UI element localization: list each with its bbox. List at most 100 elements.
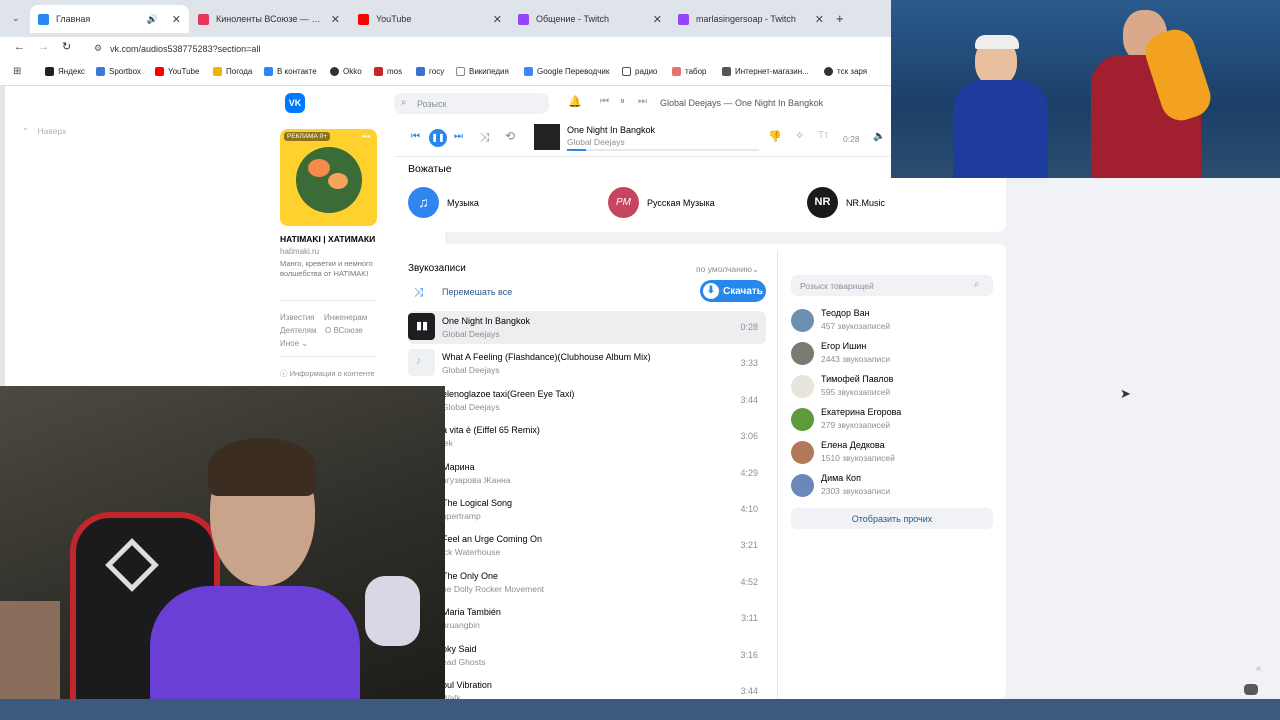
more-icon[interactable]: ••• <box>362 132 370 141</box>
avatar[interactable] <box>791 474 814 497</box>
bookmark-weather[interactable]: Погода <box>213 67 252 76</box>
shuffle-icon[interactable]: ⤨ <box>480 130 490 145</box>
previous-track-icon[interactable]: ⏮ <box>600 96 609 107</box>
show-more-friends-button[interactable]: Отобразить прочих <box>791 508 993 529</box>
friend-item[interactable]: Теодор Ван 457 звукозаписей <box>791 306 991 336</box>
curator-music[interactable]: ♫ Музыка <box>408 186 608 220</box>
footer-link[interactable]: Деятелям <box>280 326 316 335</box>
ad-domain[interactable]: hatimaki.ru <box>280 247 319 256</box>
avatar[interactable] <box>791 342 814 365</box>
track-artist[interactable]: Global Deejays <box>442 402 500 412</box>
player-track-title[interactable]: One Night In Bangkok <box>567 125 655 135</box>
footer-link[interactable]: Известия <box>280 313 315 322</box>
avatar[interactable] <box>791 408 814 431</box>
curator-russkaya-muzyka[interactable]: РМ Русская Музыка <box>608 186 808 220</box>
track-title[interactable]: oky Said <box>442 644 477 654</box>
tab-list-icon[interactable]: ⌄ <box>12 13 20 24</box>
ad-image[interactable]: РЕКЛАМА 0+ ••• <box>280 129 377 226</box>
close-tab-icon[interactable]: ✕ <box>493 13 502 26</box>
track-title[interactable]: The Logical Song <box>442 498 512 508</box>
track-row[interactable]: ▮▮ One Night In Bangkok Global Deejays 0:28 <box>408 311 766 344</box>
track-cover[interactable]: ♪ <box>408 349 435 377</box>
track-artist[interactable]: hruangbin <box>442 620 480 630</box>
bookmark-youtube[interactable]: YouTube <box>155 67 199 76</box>
track-row[interactable]: ♪Маринаагузарова Жанна4:29 <box>408 457 766 490</box>
track-row[interactable]: ♪ What A Feeling (Flashdance)(Clubhouse A… <box>408 347 766 380</box>
footer-link[interactable]: О ВСоюзе <box>325 326 363 335</box>
search-input[interactable]: ⌕ Розыск <box>394 93 549 114</box>
player-track-artist[interactable]: Global Deejays <box>567 137 625 147</box>
forward-icon[interactable]: → <box>38 41 49 53</box>
bookmark-wikipedia[interactable]: Википедия <box>456 67 509 76</box>
track-row[interactable]: ♪Feel an Urge Coming Onick Waterhouse3:2… <box>408 529 766 562</box>
bookmark-shop[interactable]: Интернет-магазин... <box>722 67 809 76</box>
previous-track-icon[interactable]: ⏮ <box>411 131 420 142</box>
notifications-bell-icon[interactable]: 🔔 <box>568 95 582 108</box>
track-title[interactable]: What A Feeling (Flashdance)(Clubhouse Al… <box>442 352 651 362</box>
bookmark-tsk-zarya[interactable]: тск заря <box>824 67 867 76</box>
bookmark-vkontakte[interactable]: В контакте <box>264 67 317 76</box>
back-icon[interactable]: ← <box>14 41 25 53</box>
shuffle-all-button[interactable]: Перемешать все <box>442 287 512 297</box>
sparkle-icon[interactable]: ✧ <box>795 129 804 142</box>
footer-link[interactable]: Инженерам <box>324 313 367 322</box>
friend-item[interactable]: Дима Коп 2303 звукозаписи <box>791 471 991 501</box>
friend-item[interactable]: Екатерина Егорова 279 звукозаписей <box>791 405 991 435</box>
track-artist[interactable]: Global Deejays <box>442 365 500 375</box>
bookmark-google-translate[interactable]: Google Переводчик <box>524 67 609 76</box>
track-artist[interactable]: ick Waterhouse <box>442 547 500 557</box>
volume-icon[interactable]: 🔈 <box>873 131 885 142</box>
tab-vk[interactable]: Главная 🔊 ✕ <box>30 5 189 33</box>
track-artist[interactable]: Global Deejays <box>442 329 500 339</box>
new-tab-icon[interactable]: + <box>836 11 844 26</box>
track-title[interactable]: The Only One <box>442 571 498 581</box>
site-info-icon[interactable]: ⚙ <box>94 43 102 54</box>
next-track-icon[interactable]: ⏭ <box>638 96 647 107</box>
friend-name[interactable]: Елена Дедкова <box>821 440 885 450</box>
close-tab-icon[interactable]: ✕ <box>815 13 824 26</box>
player-cover[interactable] <box>534 124 560 150</box>
track-artist[interactable]: ead Ghosts <box>442 657 485 667</box>
download-button[interactable]: ⬇ Скачать <box>700 280 766 302</box>
next-track-icon[interactable]: ⏭ <box>454 131 463 142</box>
track-artist[interactable]: агузарова Жанна <box>442 475 510 485</box>
track-row[interactable]: ♪a vita è (Eiffel 65 Remix)iek3:06 <box>408 420 766 453</box>
bookmark-mos[interactable]: mos <box>374 67 402 76</box>
friend-name[interactable]: Тимофей Павлов <box>821 374 893 384</box>
track-row[interactable]: ♪The Only Onehe Dolly Rocker Movement4:5… <box>408 566 766 599</box>
bookmark-sportbox[interactable]: Sportbox <box>96 67 141 76</box>
chat-icon[interactable] <box>1244 684 1258 695</box>
progress-bar[interactable] <box>567 149 759 151</box>
friend-item[interactable]: Егор Ишин 2443 звукозаписи <box>791 339 991 369</box>
sort-dropdown[interactable]: по умолчанию⌄ <box>696 264 759 275</box>
ad-title[interactable]: HATIMAKI | ХАТИМАКИ <box>280 234 375 244</box>
reload-icon[interactable]: ↻ <box>62 40 71 53</box>
repeat-icon[interactable]: ⟲ <box>505 129 515 143</box>
bookmark-radio[interactable]: радио <box>622 67 657 76</box>
footer-more[interactable]: Иное ⌄ <box>280 339 308 348</box>
bookmark-tabor[interactable]: табор <box>672 67 707 76</box>
track-title[interactable]: Feel an Urge Coming On <box>442 534 542 544</box>
friend-name[interactable]: Егор Ишин <box>821 341 866 351</box>
vk-logo[interactable]: VK <box>285 93 305 113</box>
close-tab-icon[interactable]: ✕ <box>653 13 662 26</box>
bookmark-yandex[interactable]: Яндекс <box>45 67 85 76</box>
close-tab-icon[interactable]: ✕ <box>172 13 181 26</box>
bookmark-gosu[interactable]: госу <box>416 67 444 76</box>
collapse-icon[interactable]: « <box>1256 663 1261 673</box>
friend-item[interactable]: Тимофей Павлов 595 звукозаписей <box>791 372 991 402</box>
track-artist[interactable]: upertramp <box>442 511 481 521</box>
track-row[interactable]: ♪The Logical Songupertramp4:10 <box>408 493 766 526</box>
tab-kinolenty[interactable]: Киноленты ВСоюзе — смотр… ✕ <box>190 5 348 33</box>
friend-name[interactable]: Дима Коп <box>821 473 861 483</box>
tab-youtube[interactable]: YouTube ✕ <box>350 5 510 33</box>
content-info-link[interactable]: ⓘ Информация о контенте <box>280 368 375 379</box>
apps-grid-icon[interactable]: ⊞ <box>13 66 21 77</box>
track-title[interactable]: One Night In Bangkok <box>442 316 530 326</box>
tab-twitch-marla[interactable]: marlasingersoap - Twitch ✕ <box>670 5 832 33</box>
close-tab-icon[interactable]: ✕ <box>331 13 340 26</box>
friend-name[interactable]: Теодор Ван <box>821 308 870 318</box>
friend-name[interactable]: Екатерина Егорова <box>821 407 901 417</box>
avatar[interactable] <box>791 309 814 332</box>
track-row[interactable]: ♪oky Saidead Ghosts3:16 <box>408 639 766 672</box>
